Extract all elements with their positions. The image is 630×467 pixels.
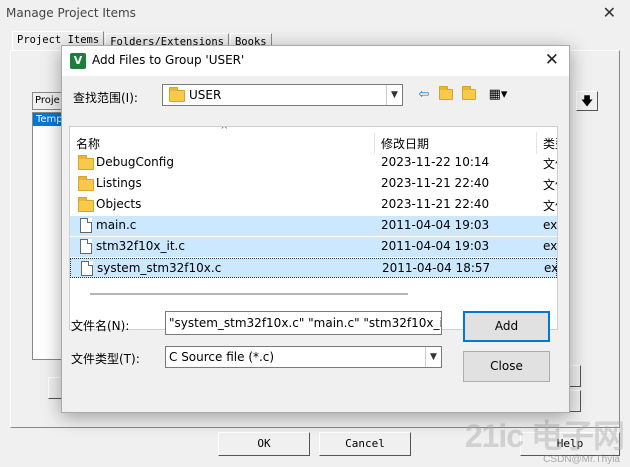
list-item[interactable]: Listings 2023-11-21 22:40 文件 xyxy=(70,174,557,194)
list-item[interactable]: Temp xyxy=(33,113,61,126)
file-name: Listings xyxy=(96,176,142,190)
file-date: 2023-11-22 10:14 xyxy=(381,155,490,169)
folder-icon xyxy=(78,155,94,170)
file-date: 2023-11-21 22:40 xyxy=(381,197,490,211)
file-type: ex xyxy=(543,239,558,253)
file-name: DebugConfig xyxy=(96,155,174,169)
horizontal-scrollbar[interactable] xyxy=(90,293,408,295)
cancel-button[interactable]: Cancel xyxy=(319,432,411,456)
filename-input[interactable]: "system_stm32f10x.c" "main.c" "stm32f10x… xyxy=(165,311,442,335)
close-icon[interactable]: ✕ xyxy=(545,50,559,70)
filename-label: 文件名(N): xyxy=(71,319,130,333)
list-header: 名称 修改日期 类型 xyxy=(70,132,557,154)
list-item[interactable]: system_stm32f10x.c 2011-04-04 18:57 ex xyxy=(70,258,557,278)
column-header-name[interactable]: 名称 xyxy=(76,135,100,152)
filetype-value: C Source file (*.c) xyxy=(169,350,275,364)
list-item[interactable]: stm32f10x_it.c 2011-04-04 19:03 ex xyxy=(70,237,557,257)
dialog-titlebar: V Add Files to Group 'USER' ✕ xyxy=(62,46,569,76)
list-item[interactable]: Objects 2023-11-21 22:40 文件 xyxy=(70,195,557,215)
watermark: 21ic 电子网 xyxy=(464,418,625,454)
add-files-dialog: V Add Files to Group 'USER' ✕ 查找范围(I): U… xyxy=(61,45,570,413)
file-type: 文件 xyxy=(543,157,557,171)
file-type: 文件 xyxy=(543,199,557,213)
move-down-button[interactable]: 🡇 xyxy=(576,91,598,111)
look-in-label: 查找范围(I): xyxy=(73,91,138,105)
file-icon xyxy=(80,218,92,233)
list-item[interactable]: main.c 2011-04-04 19:03 ex xyxy=(70,216,557,236)
dialog-title: Add Files to Group 'USER' xyxy=(92,53,245,67)
list-item[interactable]: DebugConfig 2023-11-22 10:14 文件 xyxy=(70,153,557,173)
look-in-value: USER xyxy=(189,88,222,102)
filetype-select[interactable]: C Source file (*.c) ▼ xyxy=(165,346,442,368)
file-name: main.c xyxy=(96,218,137,232)
close-icon[interactable]: ✕ xyxy=(603,3,616,22)
folder-icon xyxy=(78,176,94,191)
file-icon xyxy=(81,261,93,276)
file-type: ex xyxy=(544,261,558,275)
file-date: 2011-04-04 18:57 xyxy=(382,261,491,275)
chevron-down-icon[interactable]: ▼ xyxy=(425,347,441,367)
file-name: system_stm32f10x.c xyxy=(97,261,222,275)
column-separator xyxy=(374,132,375,154)
up-folder-icon[interactable] xyxy=(436,86,456,104)
file-date: 2023-11-21 22:40 xyxy=(381,176,490,190)
folder-icon xyxy=(78,197,94,212)
new-folder-glyph xyxy=(462,86,476,100)
filetype-label: 文件类型(T): xyxy=(71,352,140,366)
new-folder-icon[interactable] xyxy=(459,86,479,104)
column-header-date[interactable]: 修改日期 xyxy=(381,135,429,152)
look-in-combo[interactable]: USER ▼ xyxy=(162,84,403,106)
file-type: 文件 xyxy=(543,178,557,192)
folder-icon xyxy=(169,87,185,102)
column-separator xyxy=(536,132,537,154)
add-button[interactable]: Add xyxy=(463,311,550,342)
chevron-down-icon[interactable]: ▼ xyxy=(386,85,402,105)
file-icon xyxy=(80,239,92,254)
groups-list[interactable]: Temp xyxy=(32,112,62,360)
list-header: Proje xyxy=(32,92,62,110)
keil-app-icon: V xyxy=(70,53,86,69)
watermark-sub: CSDN@Mr.Thyia xyxy=(543,454,620,465)
ok-button[interactable]: OK xyxy=(218,432,310,456)
file-type: ex xyxy=(543,218,558,232)
close-button[interactable]: Close xyxy=(463,351,550,382)
column-header-type[interactable]: 类型 xyxy=(543,135,557,152)
view-menu-icon[interactable]: ▦▾ xyxy=(484,86,512,104)
file-name: Objects xyxy=(96,197,142,211)
file-date: 2011-04-04 19:03 xyxy=(381,218,490,232)
arrow-down-icon: 🡇 xyxy=(580,94,594,108)
back-arrow-icon[interactable]: ⇦ xyxy=(414,86,434,104)
file-date: 2011-04-04 19:03 xyxy=(381,239,490,253)
up-folder-glyph xyxy=(439,86,453,100)
window-title: Manage Project Items xyxy=(6,6,136,20)
file-list[interactable]: ^ 名称 修改日期 类型 DebugConfig 2023-11-22 10:1… xyxy=(69,126,558,330)
file-name: stm32f10x_it.c xyxy=(96,239,185,253)
